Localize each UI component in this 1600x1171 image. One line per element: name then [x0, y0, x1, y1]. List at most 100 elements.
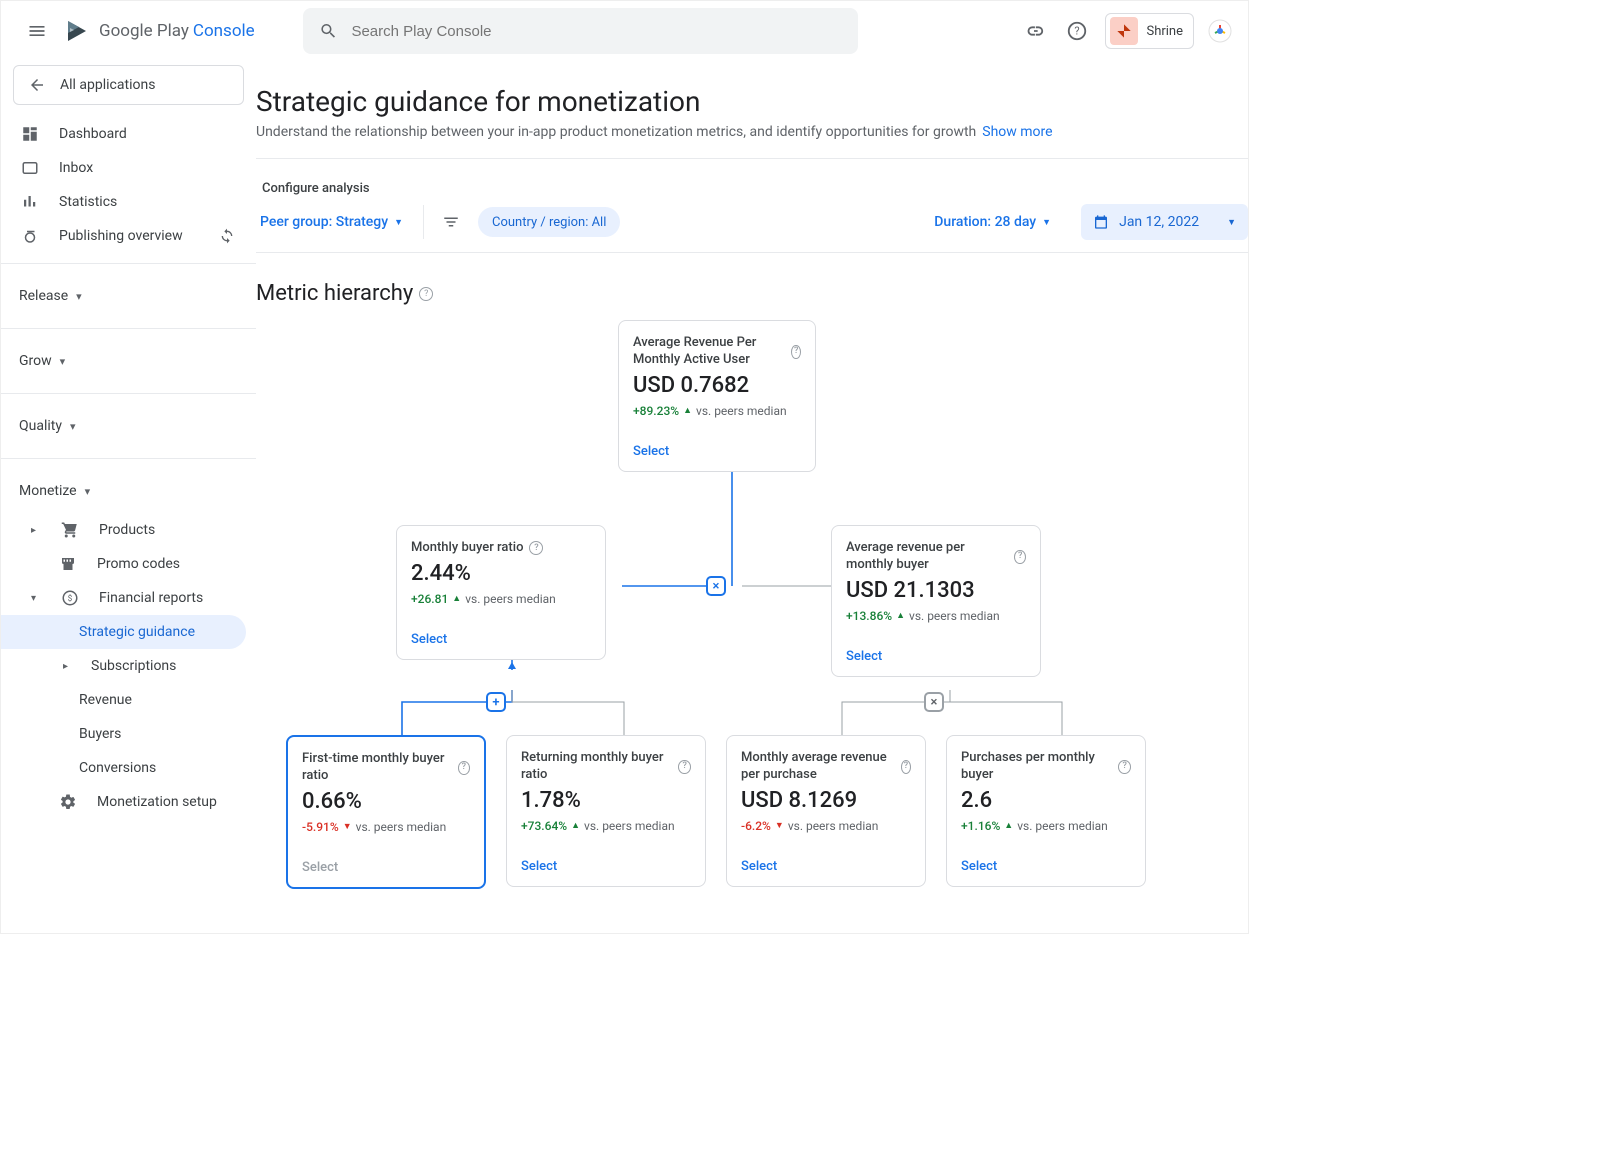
caret-right-icon: ▸: [31, 525, 41, 536]
operator-plus: +: [486, 692, 506, 712]
select-button[interactable]: Select: [961, 859, 1131, 874]
metric-hierarchy-title: Metric hierarchy ?: [256, 253, 1248, 310]
metric-value: 2.44%: [411, 561, 591, 586]
chevron-down-icon: ▾: [85, 485, 99, 498]
sidebar-item-inbox[interactable]: Inbox: [1, 151, 256, 185]
configure-analysis-label: Configure analysis: [256, 159, 1248, 204]
page-title: Strategic guidance for monetization: [256, 71, 1248, 124]
metric-value: USD 0.7682: [633, 373, 801, 398]
select-button: Select: [302, 860, 470, 875]
app-name: Shrine: [1146, 24, 1183, 39]
sidebar-item-buyers[interactable]: Buyers: [1, 717, 256, 751]
sidebar-group-release[interactable]: Release▾: [1, 274, 256, 318]
help-tooltip-icon[interactable]: ?: [419, 287, 433, 301]
search-icon: [319, 21, 338, 41]
brand-text-1: Google Play: [99, 21, 189, 41]
arrow-left-icon: [28, 76, 46, 94]
publishing-icon: [19, 225, 41, 247]
sidebar-item-promo[interactable]: Promo codes: [1, 547, 256, 581]
sidebar-item-financial-reports[interactable]: ▾ $ Financial reports: [1, 581, 256, 615]
sidebar-group-monetize[interactable]: Monetize▾: [1, 469, 256, 513]
trend-up-icon: ▲: [452, 593, 461, 604]
caret-right-icon: ▸: [63, 661, 73, 672]
sidebar-group-quality[interactable]: Quality▾: [1, 404, 256, 448]
search-input[interactable]: [351, 23, 841, 40]
chevron-down-icon: ▾: [70, 420, 84, 433]
top-bar: Google Play Console ? Shrine: [1, 1, 1248, 61]
sidebar-item-statistics[interactable]: Statistics: [1, 185, 256, 219]
country-region-chip[interactable]: Country / region: All: [478, 207, 620, 237]
filter-icon[interactable]: [440, 211, 462, 233]
top-right-controls: ? Shrine: [1021, 13, 1232, 49]
account-avatar-icon[interactable]: [1208, 19, 1232, 43]
sidebar-group-grow[interactable]: Grow▾: [1, 339, 256, 383]
help-tooltip-icon[interactable]: ?: [678, 760, 691, 774]
help-tooltip-icon[interactable]: ?: [458, 761, 470, 775]
sidebar: All applications Dashboard Inbox Statist…: [1, 61, 256, 933]
metric-card-marpp: Monthly average revenue per purchase ? U…: [726, 735, 926, 887]
menu-icon[interactable]: [17, 11, 57, 51]
cart-icon: [59, 519, 81, 541]
select-button[interactable]: Select: [846, 649, 1026, 664]
sidebar-item-conversions[interactable]: Conversions: [1, 751, 256, 785]
sidebar-item-strategic-guidance[interactable]: Strategic guidance: [1, 615, 246, 649]
caret-down-icon: ▼: [1042, 217, 1051, 228]
metric-card-arpmb: Average revenue per monthly buyer ? USD …: [831, 525, 1041, 677]
svg-text:?: ?: [1075, 25, 1080, 38]
brand-logo[interactable]: Google Play Console: [65, 19, 255, 43]
sidebar-item-dashboard[interactable]: Dashboard: [1, 117, 256, 151]
chevron-down-icon: ▾: [76, 290, 90, 303]
currency-icon: $: [59, 587, 81, 609]
help-tooltip-icon[interactable]: ?: [901, 760, 911, 774]
link-icon[interactable]: [1021, 17, 1049, 45]
brand-text-2: Console: [193, 21, 255, 41]
metric-value: 1.78%: [521, 788, 691, 813]
calendar-icon: [1093, 214, 1109, 230]
metric-value: USD 21.1303: [846, 578, 1026, 603]
caret-down-icon: ▾: [31, 593, 41, 604]
operator-multiply: ×: [706, 576, 726, 596]
metric-card-mbr: Monthly buyer ratio ? 2.44% +26.81▲vs. p…: [396, 525, 606, 660]
sidebar-item-revenue[interactable]: Revenue: [1, 683, 256, 717]
metric-value: 0.66%: [302, 789, 470, 814]
help-tooltip-icon[interactable]: ?: [529, 541, 543, 555]
configure-analysis-row: Peer group: Strategy ▼ Country / region:…: [256, 204, 1248, 253]
chevron-down-icon: ▾: [60, 355, 74, 368]
peer-group-dropdown[interactable]: Peer group: Strategy ▼: [256, 208, 407, 236]
select-button[interactable]: Select: [741, 859, 911, 874]
help-icon[interactable]: ?: [1063, 17, 1091, 45]
select-button[interactable]: Select: [633, 444, 801, 459]
app-selector[interactable]: Shrine: [1105, 13, 1194, 49]
dashboard-icon: [19, 123, 41, 145]
metric-card-arpmau: Average Revenue Per Monthly Active User …: [618, 320, 816, 472]
inbox-icon: [19, 157, 41, 179]
back-label: All applications: [60, 77, 155, 93]
date-picker[interactable]: Jan 12, 2022 ▼: [1081, 204, 1248, 240]
trend-down-icon: ▼: [775, 820, 784, 831]
select-button[interactable]: Select: [521, 859, 691, 874]
metric-card-ppmb: Purchases per monthly buyer ? 2.6 +1.16%…: [946, 735, 1146, 887]
sidebar-item-publishing[interactable]: Publishing overview: [1, 219, 256, 253]
shrine-app-icon: [1110, 17, 1138, 45]
sidebar-item-monetization-setup[interactable]: Monetization setup: [1, 785, 256, 819]
sidebar-item-subscriptions[interactable]: ▸ Subscriptions: [1, 649, 256, 683]
duration-dropdown[interactable]: Duration: 28 day ▼: [934, 214, 1051, 230]
sidebar-item-products[interactable]: ▸ Products: [1, 513, 256, 547]
trend-up-icon: ▲: [1004, 820, 1013, 831]
gear-icon: [57, 791, 79, 813]
trend-up-icon: ▲: [896, 610, 905, 621]
caret-down-icon: ▼: [1227, 217, 1236, 228]
svg-text:$: $: [68, 593, 73, 604]
show-more-link[interactable]: Show more: [982, 124, 1052, 140]
sync-icon[interactable]: [216, 225, 238, 247]
metric-hierarchy-canvas: Average Revenue Per Monthly Active User …: [256, 310, 1248, 880]
back-all-applications[interactable]: All applications: [13, 65, 244, 105]
search-box[interactable]: [303, 8, 858, 54]
help-tooltip-icon[interactable]: ?: [1014, 550, 1026, 564]
help-tooltip-icon[interactable]: ?: [791, 345, 801, 359]
metric-card-ftmbr: First-time monthly buyer ratio ? 0.66% -…: [286, 735, 486, 889]
caret-down-icon: ▼: [394, 217, 403, 228]
play-console-icon: [65, 19, 89, 43]
help-tooltip-icon[interactable]: ?: [1118, 760, 1131, 774]
select-button[interactable]: Select: [411, 632, 591, 647]
